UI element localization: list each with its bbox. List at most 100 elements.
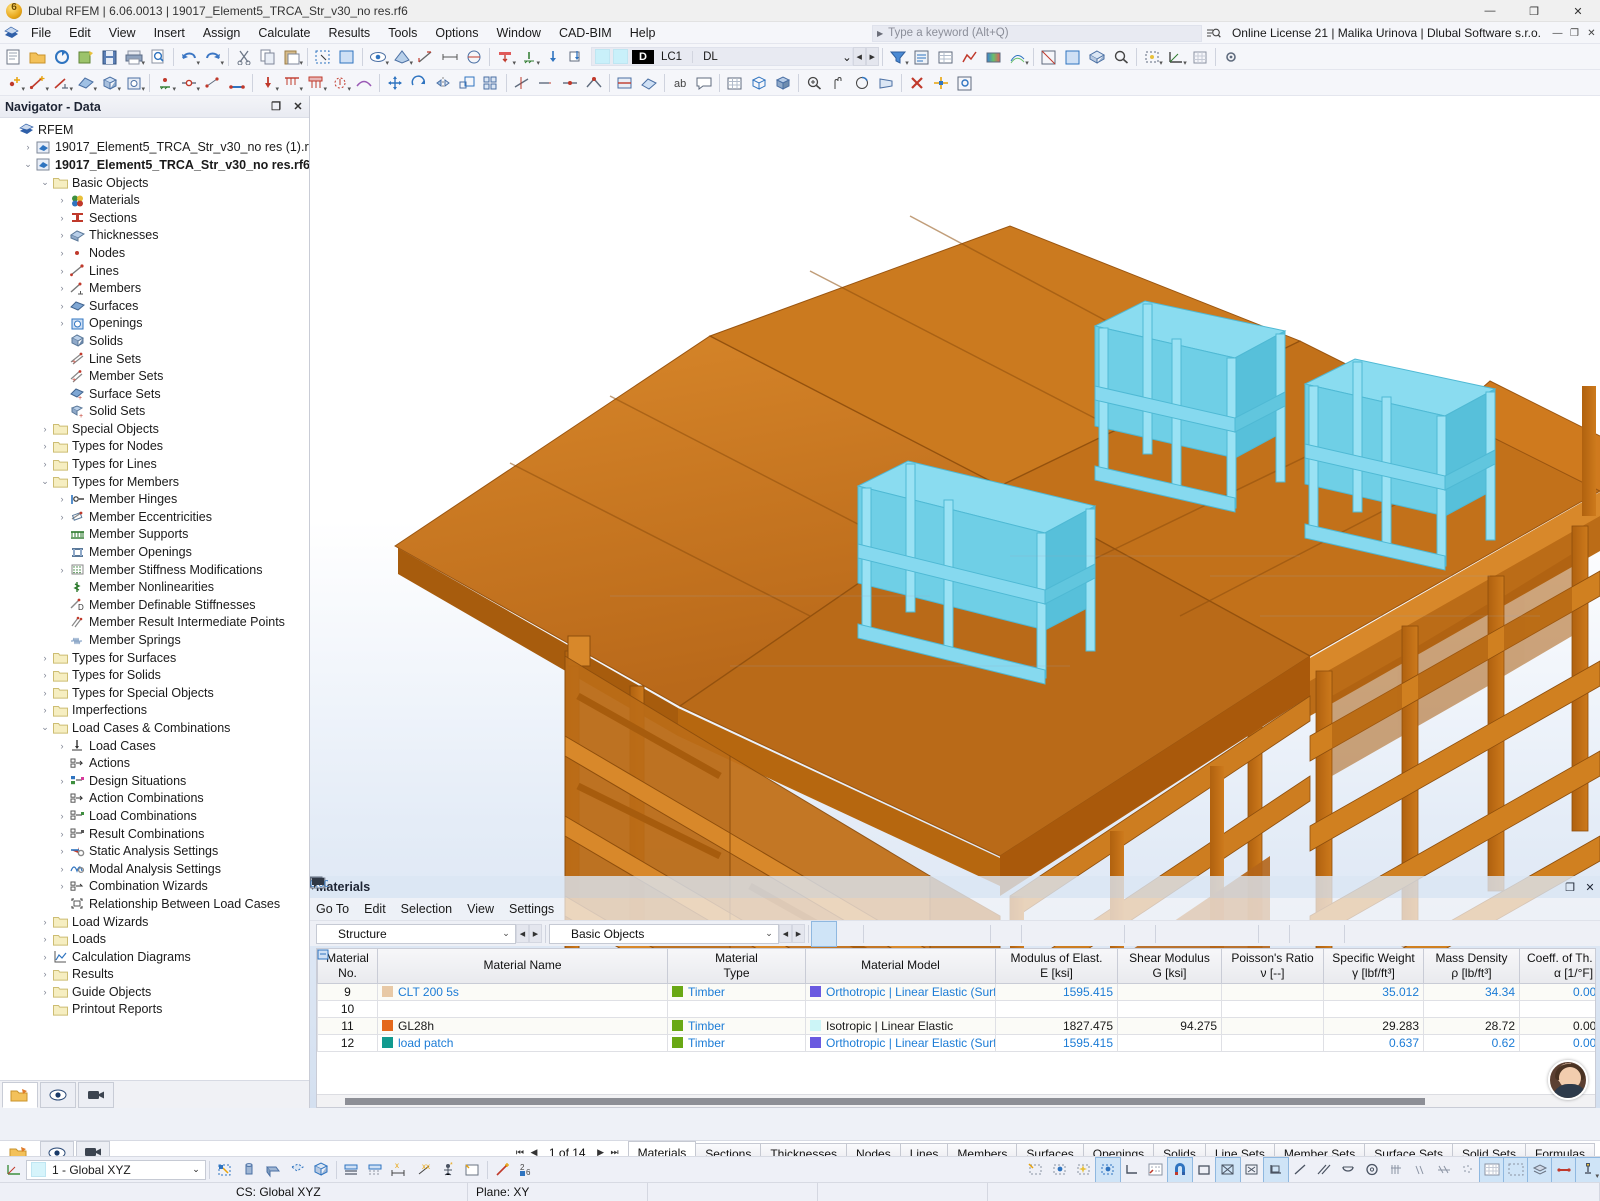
- materials-panel-close-button[interactable]: ✕: [1580, 881, 1600, 894]
- tree-item[interactable]: › Special Objects: [0, 420, 309, 438]
- tree-item[interactable]: › Member Hinges: [0, 490, 309, 508]
- mirror-objects-icon[interactable]: [431, 71, 455, 95]
- chevron-down-icon[interactable]: ⌄: [842, 50, 852, 64]
- material-number-cell[interactable]: 11: [317, 1016, 378, 1035]
- formula-fx-icon[interactable]: fx: [312, 878, 1207, 946]
- table-row[interactable]: 11 GL28h Timber Isotropic | Linear Elastic 1…: [317, 949, 1595, 1035]
- menu-results[interactable]: Results: [320, 24, 380, 42]
- navigator-display-tab[interactable]: [40, 1081, 76, 1108]
- mesh-snap-2-icon[interactable]: [1408, 1158, 1432, 1182]
- reset-view-icon[interactable]: [929, 71, 953, 95]
- chevron-right-icon[interactable]: ›: [55, 266, 69, 276]
- material-type-cell[interactable]: Timber: [667, 1033, 806, 1052]
- chevron-right-icon[interactable]: ›: [55, 811, 69, 821]
- menu-window[interactable]: Window: [487, 24, 549, 42]
- coordinate-system-combo[interactable]: 1 - Global XYZ ⌄: [26, 1159, 206, 1180]
- tree-item[interactable]: › Static Analysis Settings: [0, 842, 309, 860]
- tree-item[interactable]: + Surface Sets: [0, 385, 309, 403]
- copy-icon[interactable]: [256, 45, 280, 69]
- specific-weight-cell[interactable]: [1323, 999, 1424, 1018]
- snap-person-icon[interactable]: *: [436, 1158, 460, 1182]
- chevron-down-icon[interactable]: ⌄: [187, 1164, 205, 1175]
- perspective-icon[interactable]: [874, 71, 898, 95]
- minimize-button[interactable]: —: [1468, 0, 1512, 22]
- tree-item[interactable]: RFEM: [0, 121, 309, 139]
- chevron-down-icon[interactable]: ⌄: [38, 177, 52, 188]
- tree-item[interactable]: › Surfaces: [0, 297, 309, 315]
- materials-menu-view[interactable]: View: [467, 901, 503, 917]
- materials-menu-edit[interactable]: Edit: [364, 901, 395, 917]
- tree-item[interactable]: › Types for Special Objects: [0, 684, 309, 702]
- new-eccentricity-icon[interactable]: [201, 71, 225, 95]
- chevron-right-icon[interactable]: ›: [55, 512, 69, 522]
- modulus-elasticity-cell[interactable]: [995, 999, 1118, 1018]
- tree-item[interactable]: Member Result Intermediate Points: [0, 614, 309, 632]
- table-column-header[interactable]: Modulus of Elast. E [ksi]: [995, 949, 1118, 984]
- snap-rect-cross-icon[interactable]: [1215, 1156, 1241, 1183]
- new-rigid-link-icon[interactable]: [225, 71, 249, 95]
- navigator-views-tab[interactable]: [78, 1081, 114, 1108]
- decimal-places-icon[interactable]: 0,00: [310, 879, 1341, 946]
- render-mode-icon[interactable]: ▾: [390, 45, 414, 69]
- material-type-cell[interactable]: Timber: [667, 982, 806, 1001]
- chevron-right-icon[interactable]: ›: [55, 846, 69, 856]
- tree-item[interactable]: › Loads: [0, 930, 309, 948]
- select-rectangle-icon[interactable]: [335, 45, 359, 69]
- clipping-plane-icon[interactable]: [462, 45, 486, 69]
- solid-render-toggle-icon[interactable]: [771, 71, 795, 95]
- print-preview-icon[interactable]: [146, 45, 170, 69]
- new-free-load-icon[interactable]: ▾: [328, 71, 352, 95]
- cut-view-icon[interactable]: [613, 71, 637, 95]
- rotate-view-icon[interactable]: [850, 71, 874, 95]
- snap-plane-icon[interactable]: [1263, 1156, 1289, 1183]
- tree-item[interactable]: › Types for Lines: [0, 455, 309, 473]
- dimensions-label-icon[interactable]: ab: [668, 71, 692, 95]
- chevron-down-icon[interactable]: ⌄: [760, 928, 778, 939]
- material-model-cell[interactable]: Orthotropic | Linear Elastic (Surf...: [805, 1033, 996, 1052]
- tree-item[interactable]: › Load Cases: [0, 737, 309, 755]
- avatar[interactable]: [1548, 1060, 1588, 1100]
- table-column-header[interactable]: Coeff. of Th. Exp.α [1/°F]: [1519, 949, 1595, 984]
- chevron-right-icon[interactable]: ›: [38, 653, 52, 663]
- snap-point-blue-icon[interactable]: [1048, 1158, 1072, 1182]
- tree-item[interactable]: + Member Sets: [0, 367, 309, 385]
- mesh-snap-1-icon[interactable]: [1384, 1158, 1408, 1182]
- table-column-header[interactable]: Mass Density ρ [lb/ft³]: [1423, 949, 1520, 984]
- insert-column-icon[interactable]: [310, 877, 939, 946]
- chevron-right-icon[interactable]: ›: [55, 283, 69, 293]
- new-support-icon[interactable]: ▾: [153, 71, 177, 95]
- material-model-cell[interactable]: Orthotropic | Linear Elastic (Surf...: [805, 982, 996, 1001]
- structure-scope-prev[interactable]: ◀: [516, 924, 529, 943]
- tree-item[interactable]: Relationship Between Load Cases: [0, 895, 309, 913]
- grid-dotted-icon[interactable]: [1503, 1156, 1529, 1183]
- poisson-ratio-cell[interactable]: [1221, 982, 1324, 1001]
- table-column-header[interactable]: Material Type: [667, 949, 806, 984]
- layers-icon[interactable]: [1527, 1156, 1553, 1183]
- results-table-icon[interactable]: [934, 45, 958, 69]
- menu-options[interactable]: Options: [426, 24, 487, 42]
- chevron-right-icon[interactable]: ›: [38, 441, 52, 451]
- chevron-right-icon[interactable]: ›: [55, 741, 69, 751]
- new-member-icon[interactable]: ▾: [50, 71, 74, 95]
- chevron-right-icon[interactable]: ›: [55, 776, 69, 786]
- chevron-right-icon[interactable]: ›: [55, 301, 69, 311]
- support-display-icon[interactable]: ▾: [517, 45, 541, 69]
- materials-menu-settings[interactable]: Settings: [509, 901, 563, 917]
- open-model-icon[interactable]: [26, 45, 50, 69]
- tree-item[interactable]: ⌄ Types for Members: [0, 473, 309, 491]
- material-type-cell[interactable]: [667, 999, 806, 1018]
- mass-density-cell[interactable]: 34.34: [1423, 982, 1520, 1001]
- paste-icon[interactable]: ▾: [280, 45, 304, 69]
- modulus-elasticity-cell[interactable]: 1827.475: [995, 1016, 1118, 1035]
- snap-settings-icon[interactable]: ▾: [1140, 45, 1164, 69]
- connect-icon[interactable]: [582, 71, 606, 95]
- snap-new-object-icon[interactable]: [1024, 1158, 1048, 1182]
- tree-item[interactable]: › Load Combinations: [0, 807, 309, 825]
- new-solid-icon[interactable]: ▾: [98, 71, 122, 95]
- tree-item[interactable]: D Member Definable Stiffnesses: [0, 596, 309, 614]
- chevron-right-icon[interactable]: ›: [38, 987, 52, 997]
- table-settings-icon[interactable]: [310, 877, 1317, 946]
- material-model-cell[interactable]: Isotropic | Linear Elastic: [805, 1016, 996, 1035]
- table-delete-icon[interactable]: [312, 878, 1018, 946]
- new-line-icon[interactable]: ▾: [26, 71, 50, 95]
